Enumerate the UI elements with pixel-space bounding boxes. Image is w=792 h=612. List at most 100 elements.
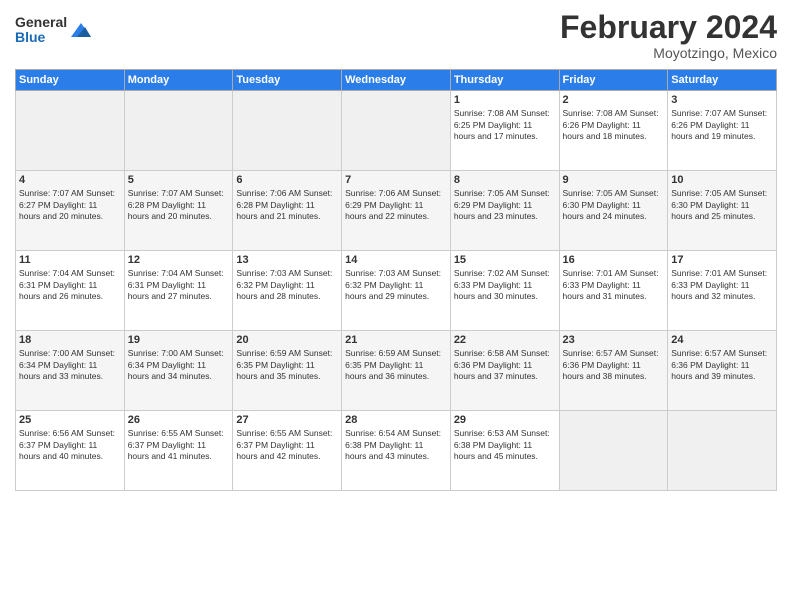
day-number: 5	[128, 174, 230, 186]
day-info: Sunrise: 7:03 AM Sunset: 6:32 PM Dayligh…	[345, 268, 447, 302]
calendar-cell: 6 Sunrise: 7:06 AM Sunset: 6:28 PM Daylig…	[233, 171, 342, 251]
day-number: 3	[671, 94, 773, 106]
calendar-cell: 18Sunrise: 7:00 AM Sunset: 6:34 PM Dayli…	[16, 331, 125, 411]
calendar-week-4: 18Sunrise: 7:00 AM Sunset: 6:34 PM Dayli…	[16, 331, 777, 411]
calendar-cell: 29 Sunrise: 6:53 AM Sunset: 6:38 PM Dayli…	[450, 411, 559, 491]
calendar-cell: 26 Sunrise: 6:55 AM Sunset: 6:37 PM Dayli…	[124, 411, 233, 491]
th-monday: Monday	[124, 70, 233, 91]
day-info: Sunrise: 6:56 AM Sunset: 6:37 PM Dayligh…	[19, 428, 121, 462]
calendar-cell: 13 Sunrise: 7:03 AM Sunset: 6:32 PM Dayli…	[233, 251, 342, 331]
day-number: 26	[128, 414, 230, 426]
day-info: Sunrise: 7:00 AM Sunset: 6:34 PM Dayligh…	[19, 348, 121, 382]
th-wednesday: Wednesday	[342, 70, 451, 91]
location: Moyotzingo, Mexico	[560, 45, 777, 61]
day-number: 29	[454, 414, 556, 426]
day-info: Sunrise: 6:53 AM Sunset: 6:38 PM Dayligh…	[454, 428, 556, 462]
day-number: 1	[454, 94, 556, 106]
calendar-cell: 16 Sunrise: 7:01 AM Sunset: 6:33 PM Dayli…	[559, 251, 668, 331]
day-info: Sunrise: 7:04 AM Sunset: 6:31 PM Dayligh…	[19, 268, 121, 302]
day-number: 21	[345, 334, 447, 346]
calendar-cell: 8 Sunrise: 7:05 AM Sunset: 6:29 PM Daylig…	[450, 171, 559, 251]
month-title: February 2024	[560, 10, 777, 45]
day-number: 24	[671, 334, 773, 346]
calendar-cell: 1 Sunrise: 7:08 AM Sunset: 6:25 PM Daylig…	[450, 91, 559, 171]
day-info: Sunrise: 7:03 AM Sunset: 6:32 PM Dayligh…	[236, 268, 338, 302]
calendar-cell	[233, 91, 342, 171]
day-number: 7	[345, 174, 447, 186]
calendar-cell: 23 Sunrise: 6:57 AM Sunset: 6:36 PM Dayli…	[559, 331, 668, 411]
logo-icon	[69, 19, 91, 41]
calendar-cell: 25 Sunrise: 6:56 AM Sunset: 6:37 PM Dayli…	[16, 411, 125, 491]
calendar-cell: 2 Sunrise: 7:08 AM Sunset: 6:26 PM Daylig…	[559, 91, 668, 171]
day-number: 6	[236, 174, 338, 186]
th-saturday: Saturday	[668, 70, 777, 91]
day-number: 10	[671, 174, 773, 186]
day-info: Sunrise: 6:54 AM Sunset: 6:38 PM Dayligh…	[345, 428, 447, 462]
day-number: 9	[563, 174, 665, 186]
day-info: Sunrise: 6:57 AM Sunset: 6:36 PM Dayligh…	[671, 348, 773, 382]
header: General Blue February 2024 Moyotzingo, M…	[15, 10, 777, 61]
day-info: Sunrise: 7:02 AM Sunset: 6:33 PM Dayligh…	[454, 268, 556, 302]
day-number: 14	[345, 254, 447, 266]
day-info: Sunrise: 7:08 AM Sunset: 6:26 PM Dayligh…	[563, 108, 665, 142]
calendar-cell	[342, 91, 451, 171]
calendar-cell: 27Sunrise: 6:55 AM Sunset: 6:37 PM Dayli…	[233, 411, 342, 491]
calendar-cell	[16, 91, 125, 171]
calendar-cell	[559, 411, 668, 491]
day-number: 22	[454, 334, 556, 346]
day-number: 12	[128, 254, 230, 266]
th-friday: Friday	[559, 70, 668, 91]
day-info: Sunrise: 7:01 AM Sunset: 6:33 PM Dayligh…	[671, 268, 773, 302]
day-info: Sunrise: 6:59 AM Sunset: 6:35 PM Dayligh…	[345, 348, 447, 382]
calendar-week-1: 1 Sunrise: 7:08 AM Sunset: 6:25 PM Daylig…	[16, 91, 777, 171]
day-info: Sunrise: 6:55 AM Sunset: 6:37 PM Dayligh…	[128, 428, 230, 462]
day-info: Sunrise: 7:00 AM Sunset: 6:34 PM Dayligh…	[128, 348, 230, 382]
day-number: 11	[19, 254, 121, 266]
day-number: 17	[671, 254, 773, 266]
day-info: Sunrise: 7:08 AM Sunset: 6:25 PM Dayligh…	[454, 108, 556, 142]
day-info: Sunrise: 7:04 AM Sunset: 6:31 PM Dayligh…	[128, 268, 230, 302]
day-number: 19	[128, 334, 230, 346]
day-info: Sunrise: 7:07 AM Sunset: 6:26 PM Dayligh…	[671, 108, 773, 142]
calendar-cell: 14 Sunrise: 7:03 AM Sunset: 6:32 PM Dayli…	[342, 251, 451, 331]
day-info: Sunrise: 7:05 AM Sunset: 6:29 PM Dayligh…	[454, 188, 556, 222]
calendar-week-3: 11 Sunrise: 7:04 AM Sunset: 6:31 PM Dayli…	[16, 251, 777, 331]
day-info: Sunrise: 7:07 AM Sunset: 6:28 PM Dayligh…	[128, 188, 230, 222]
calendar-cell: 4Sunrise: 7:07 AM Sunset: 6:27 PM Daylig…	[16, 171, 125, 251]
calendar-week-2: 4Sunrise: 7:07 AM Sunset: 6:27 PM Daylig…	[16, 171, 777, 251]
day-info: Sunrise: 7:07 AM Sunset: 6:27 PM Dayligh…	[19, 188, 121, 222]
day-info: Sunrise: 6:57 AM Sunset: 6:36 PM Dayligh…	[563, 348, 665, 382]
calendar-cell: 17 Sunrise: 7:01 AM Sunset: 6:33 PM Dayli…	[668, 251, 777, 331]
day-number: 25	[19, 414, 121, 426]
calendar-cell: 20 Sunrise: 6:59 AM Sunset: 6:35 PM Dayli…	[233, 331, 342, 411]
th-thursday: Thursday	[450, 70, 559, 91]
day-number: 8	[454, 174, 556, 186]
logo-general-text: General	[15, 15, 67, 30]
logo: General Blue	[15, 15, 91, 46]
calendar-cell: 3 Sunrise: 7:07 AM Sunset: 6:26 PM Daylig…	[668, 91, 777, 171]
day-info: Sunrise: 6:58 AM Sunset: 6:36 PM Dayligh…	[454, 348, 556, 382]
calendar-cell: 10Sunrise: 7:05 AM Sunset: 6:30 PM Dayli…	[668, 171, 777, 251]
calendar-cell: 22 Sunrise: 6:58 AM Sunset: 6:36 PM Dayli…	[450, 331, 559, 411]
day-number: 13	[236, 254, 338, 266]
header-row: Sunday Monday Tuesday Wednesday Thursday…	[16, 70, 777, 91]
calendar-cell: 15Sunrise: 7:02 AM Sunset: 6:33 PM Dayli…	[450, 251, 559, 331]
day-info: Sunrise: 6:55 AM Sunset: 6:37 PM Dayligh…	[236, 428, 338, 462]
calendar-cell	[668, 411, 777, 491]
day-info: Sunrise: 7:01 AM Sunset: 6:33 PM Dayligh…	[563, 268, 665, 302]
day-number: 20	[236, 334, 338, 346]
calendar-cell: 24 Sunrise: 6:57 AM Sunset: 6:36 PM Dayli…	[668, 331, 777, 411]
calendar-container: General Blue February 2024 Moyotzingo, M…	[0, 0, 792, 612]
day-number: 23	[563, 334, 665, 346]
day-info: Sunrise: 7:06 AM Sunset: 6:28 PM Dayligh…	[236, 188, 338, 222]
day-info: Sunrise: 6:59 AM Sunset: 6:35 PM Dayligh…	[236, 348, 338, 382]
day-info: Sunrise: 7:06 AM Sunset: 6:29 PM Dayligh…	[345, 188, 447, 222]
day-number: 2	[563, 94, 665, 106]
day-info: Sunrise: 7:05 AM Sunset: 6:30 PM Dayligh…	[563, 188, 665, 222]
calendar-cell	[124, 91, 233, 171]
calendar-cell: 9 Sunrise: 7:05 AM Sunset: 6:30 PM Daylig…	[559, 171, 668, 251]
calendar-cell: 19 Sunrise: 7:00 AM Sunset: 6:34 PM Dayli…	[124, 331, 233, 411]
th-tuesday: Tuesday	[233, 70, 342, 91]
day-number: 16	[563, 254, 665, 266]
day-number: 28	[345, 414, 447, 426]
